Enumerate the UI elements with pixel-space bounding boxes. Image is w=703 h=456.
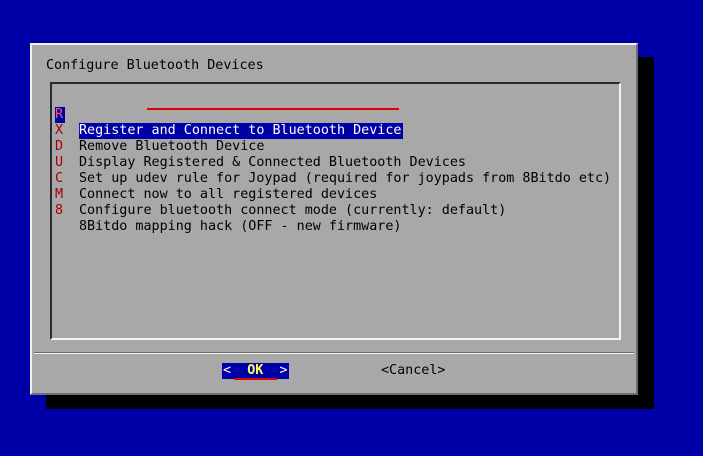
menu-list: R Register and Connect to Bluetooth Devi…: [50, 82, 621, 340]
configure-bluetooth-dialog: Configure Bluetooth Devices R Register a…: [30, 43, 638, 395]
menu-item-tag: 8: [55, 203, 64, 218]
button-separator: [34, 352, 634, 354]
ok-underline: [234, 378, 277, 380]
ok-left-bracket: <: [223, 363, 232, 378]
menu-item-connect-all[interactable]: C Connect now to all registered devices: [55, 155, 377, 202]
ok-right-bracket: >: [279, 363, 288, 378]
menu-item-udev-rule[interactable]: U Set up udev rule for Joypad (required …: [55, 139, 611, 186]
menu-item-label: Connect now to all registered devices: [79, 187, 378, 202]
menu-item-label: Register and Connect to Bluetooth Device: [79, 123, 404, 139]
menu-item-connect-mode[interactable]: M Configure bluetooth connect mode (curr…: [55, 171, 506, 218]
dialog-title: Configure Bluetooth Devices: [46, 58, 264, 73]
menu-item-label: Configure bluetooth connect mode (curren…: [79, 203, 507, 218]
menu-item-display[interactable]: D Display Registered & Connected Bluetoo…: [55, 123, 466, 170]
cancel-button[interactable]: <Cancel>: [381, 363, 446, 379]
menu-item-remove[interactable]: X Remove Bluetooth Device: [55, 107, 264, 154]
menu-item-8bitdo-hack[interactable]: 8 8Bitdo mapping hack (OFF - new firmwar…: [55, 187, 401, 234]
selection-underline: [147, 108, 399, 110]
menu-item-register[interactable]: R Register and Connect to Bluetooth Devi…: [55, 91, 404, 139]
menu-item-label: Display Registered & Connected Bluetooth…: [79, 155, 466, 170]
menu-item-label: Set up udev rule for Joypad (required fo…: [79, 171, 612, 186]
ok-button-label: OK: [247, 363, 264, 378]
menu-item-label: 8Bitdo mapping hack (OFF - new firmware): [79, 219, 402, 234]
ok-button[interactable]: < OK >: [222, 363, 289, 379]
